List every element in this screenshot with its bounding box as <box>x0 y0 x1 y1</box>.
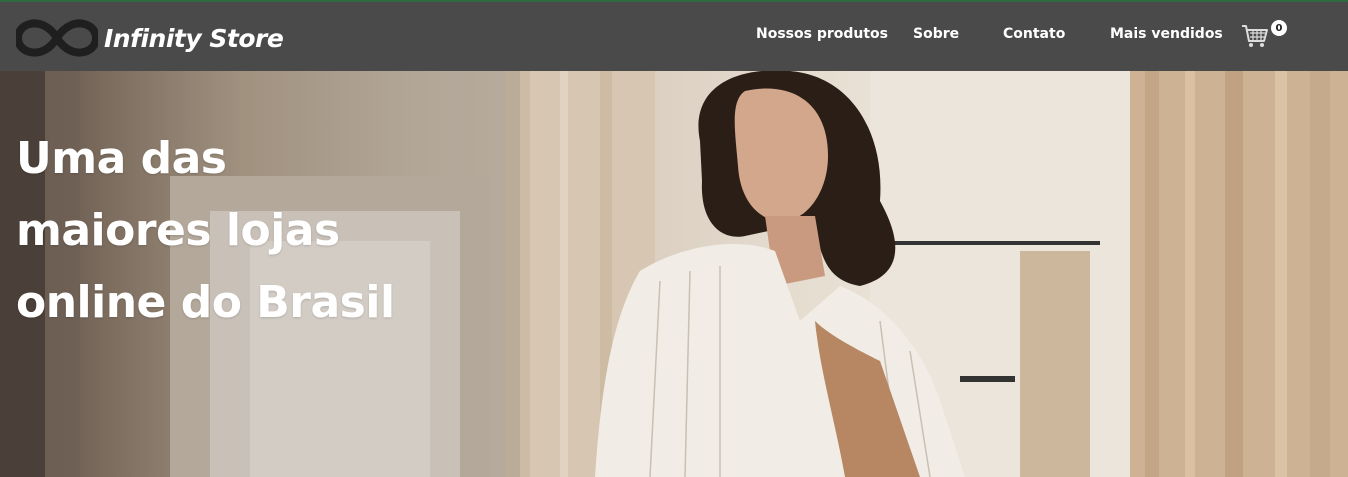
brand[interactable]: Infinity Store <box>16 16 284 60</box>
hero-title-line-2: maiores lojas <box>16 205 340 256</box>
hero-banner: Uma das maiores lojas online do Brasil <box>0 71 1348 477</box>
nav-item-sobre[interactable]: Sobre <box>913 26 959 42</box>
cart-button[interactable]: 0 <box>1241 20 1289 52</box>
navbar: Infinity Store Nossos produtos Sobre Con… <box>0 2 1348 71</box>
brand-name: Infinity Store <box>104 23 284 53</box>
nav-item-contato[interactable]: Contato <box>1003 26 1065 42</box>
cart-icon <box>1242 25 1268 47</box>
hero-title: Uma das maiores lojas online do Brasil <box>16 123 456 339</box>
nav-item-nossos-produtos[interactable]: Nossos produtos <box>756 26 888 42</box>
hero-title-line-3: online do Brasil <box>16 277 395 328</box>
nav-item-mais-vendidos[interactable]: Mais vendidos <box>1110 26 1223 42</box>
infinity-icon <box>16 19 98 57</box>
hero-title-line-1: Uma das <box>16 133 227 184</box>
cart-count-badge: 0 <box>1271 20 1287 36</box>
